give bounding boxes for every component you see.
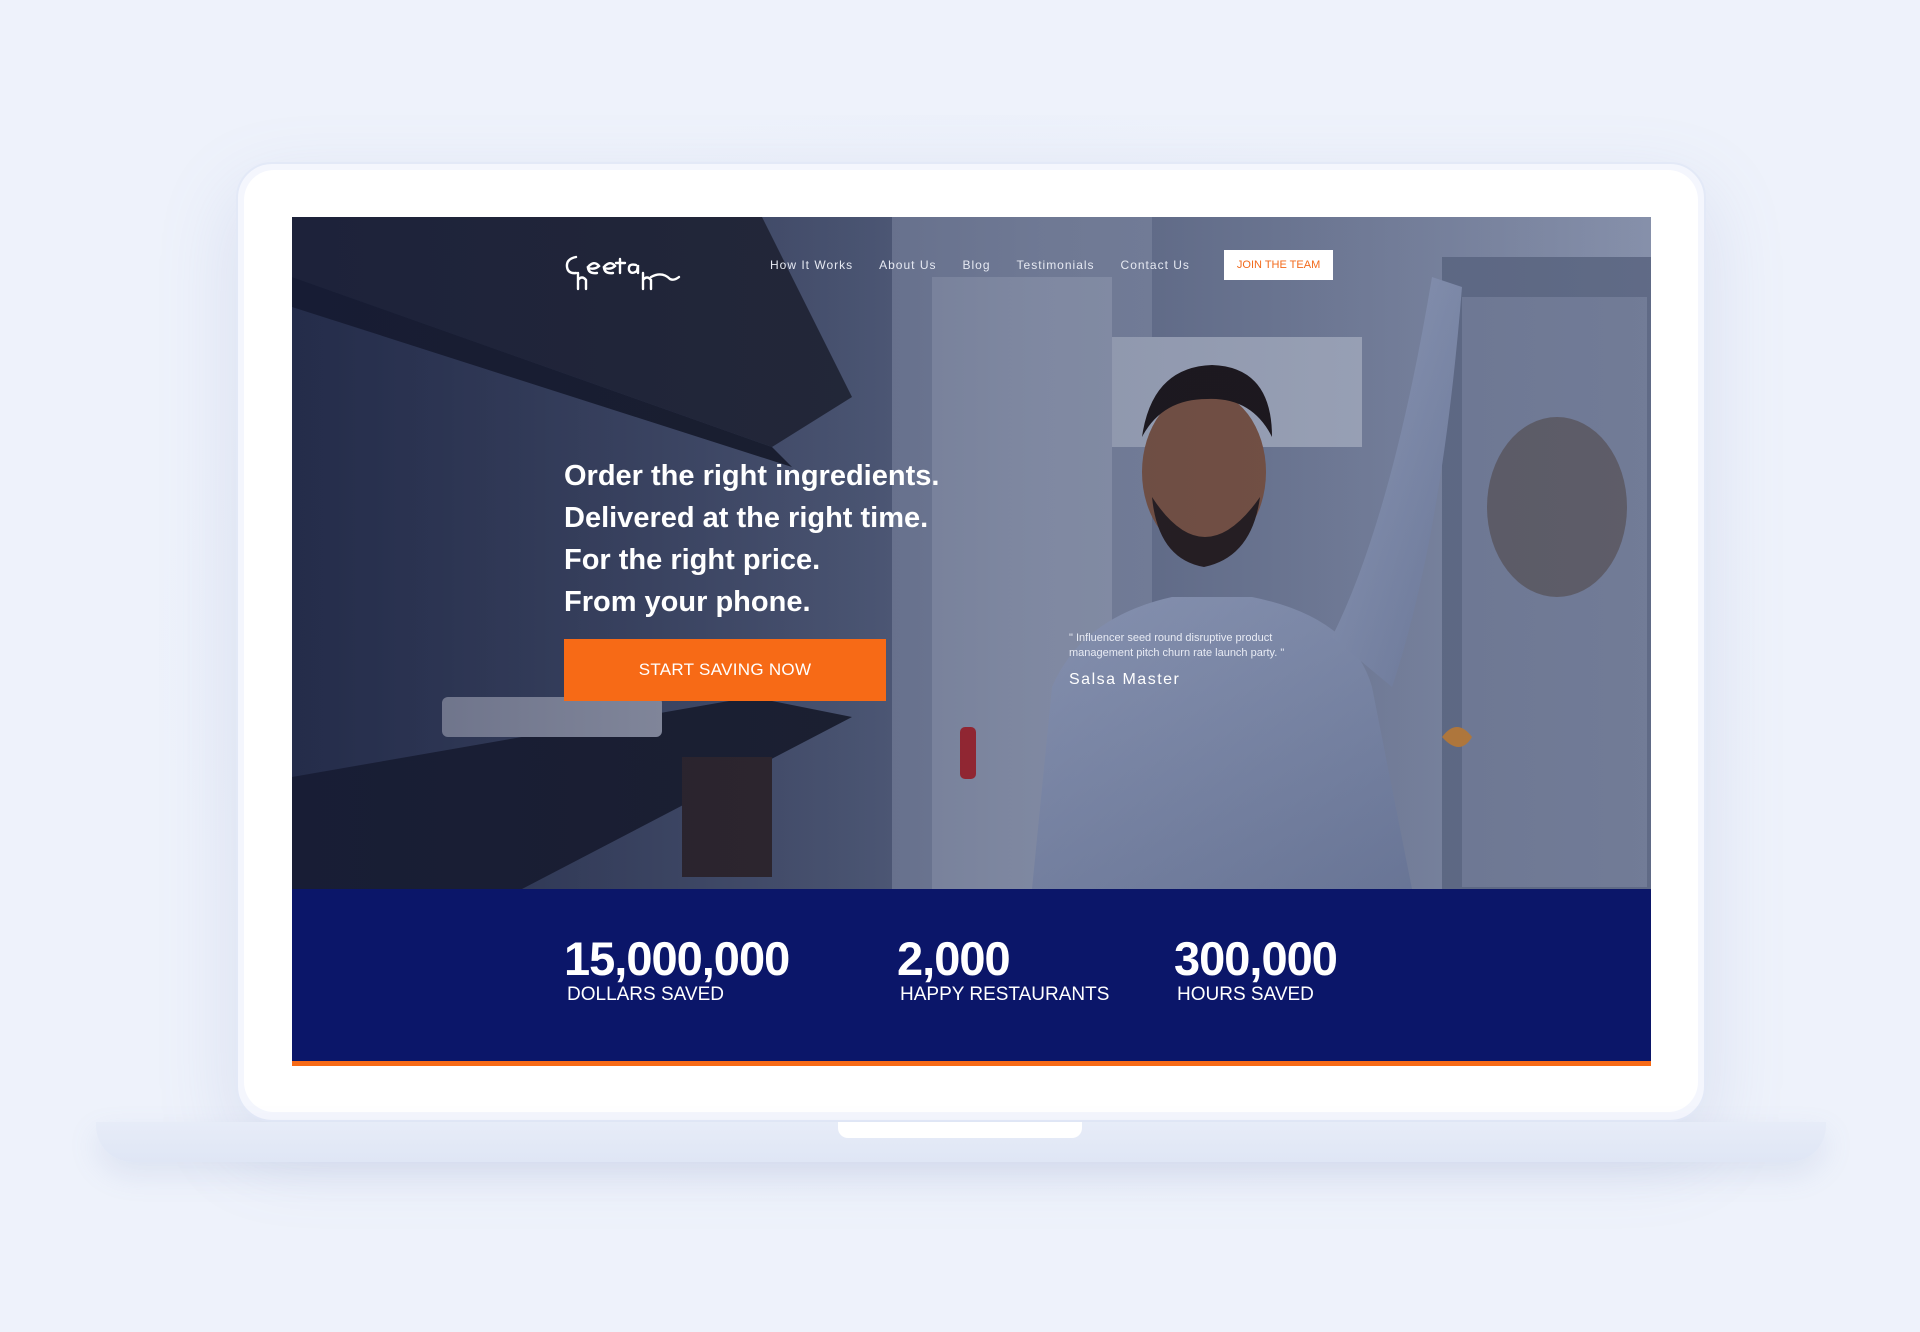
testimonial: " Influencer seed round disruptive produ…: [1069, 631, 1301, 689]
stats-accent-bar: [292, 1061, 1651, 1066]
stats-band: 15,000,000 DOLLARS SAVED 2,000 HAPPY RES…: [292, 889, 1651, 1061]
stat-value: 300,000: [1174, 932, 1338, 985]
testimonial-author: Salsa Master: [1069, 671, 1181, 688]
nav-contact-us[interactable]: Contact Us: [1121, 258, 1190, 272]
nav-testimonials[interactable]: Testimonials: [1017, 258, 1095, 272]
hero-section: How It Works About Us Blog Testimonials …: [292, 217, 1651, 889]
stat-label: HAPPY RESTAURANTS: [900, 984, 1110, 1005]
main-nav: How It Works About Us Blog Testimonials …: [770, 249, 1334, 281]
stat-value: 15,000,000: [564, 932, 790, 985]
stat-dollars-saved: 15,000,000 DOLLARS SAVED: [564, 932, 790, 1006]
cheetah-logo[interactable]: [562, 247, 682, 295]
headline-line: Delivered at the right time.: [564, 502, 929, 534]
stat-label: DOLLARS SAVED: [567, 984, 724, 1005]
stat-label: HOURS SAVED: [1177, 984, 1314, 1005]
hero-headline: Order the right ingredients. Delivered a…: [564, 455, 939, 623]
nav-about-us[interactable]: About Us: [879, 258, 936, 272]
stat-hours-saved: 300,000 HOURS SAVED: [1174, 932, 1338, 1006]
join-the-team-button[interactable]: JOIN THE TEAM: [1223, 250, 1334, 280]
hero-overlay: [292, 217, 1651, 889]
website-preview: How It Works About Us Blog Testimonials …: [292, 217, 1651, 1066]
headline-line: For the right price.: [564, 544, 821, 576]
stat-happy-restaurants: 2,000 HAPPY RESTAURANTS: [897, 934, 1109, 1006]
laptop-notch: [838, 1122, 1082, 1138]
headline-line: Order the right ingredients.: [564, 460, 940, 492]
start-saving-button[interactable]: START SAVING NOW: [564, 639, 886, 701]
stat-value: 2,000: [897, 932, 1011, 985]
nav-blog[interactable]: Blog: [962, 258, 990, 272]
headline-line: From your phone.: [564, 586, 811, 618]
nav-how-it-works[interactable]: How It Works: [770, 258, 853, 272]
testimonial-quote: " Influencer seed round disruptive produ…: [1069, 632, 1285, 659]
